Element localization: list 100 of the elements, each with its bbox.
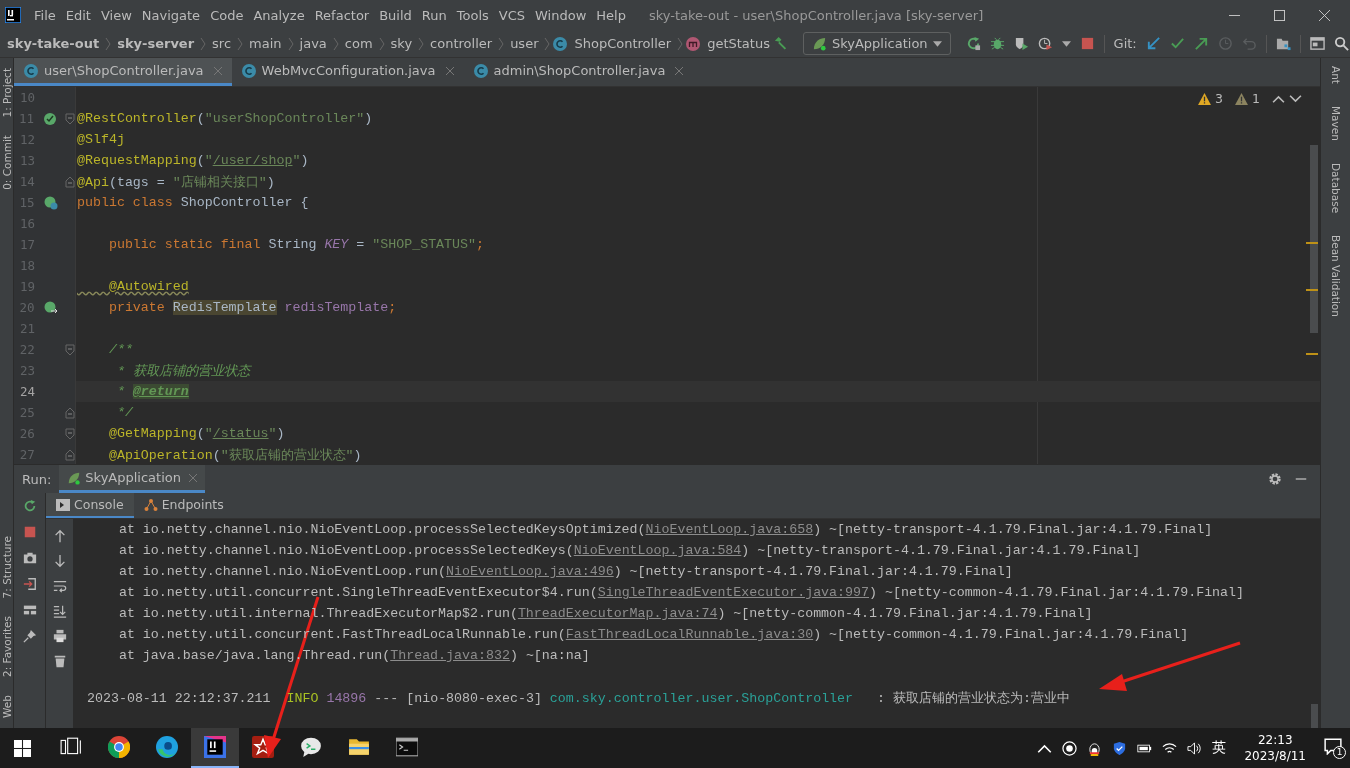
- close-icon[interactable]: [1319, 9, 1330, 21]
- tool-window-tab[interactable]: Ant: [1329, 66, 1342, 84]
- breadcrumb-item[interactable]: main: [246, 36, 285, 51]
- editor-tab[interactable]: user\ShopController.java: [14, 58, 232, 86]
- breadcrumb-item[interactable]: ShopController: [571, 36, 675, 51]
- hammer-icon[interactable]: [772, 36, 788, 51]
- scrollbar-thumb[interactable]: [1311, 704, 1318, 728]
- breadcrumb-item[interactable]: getStatus: [704, 36, 773, 51]
- chevron-down-icon[interactable]: [1289, 92, 1302, 105]
- tool-window-tab[interactable]: Database: [1329, 162, 1342, 213]
- speaker-icon[interactable]: [1187, 740, 1203, 756]
- taskbar-ide-button[interactable]: [191, 728, 239, 768]
- breadcrumb-item[interactable]: controller: [427, 36, 496, 51]
- run-tab[interactable]: SkyApplication: [59, 465, 205, 493]
- trash-icon[interactable]: [52, 654, 67, 668]
- console-tab[interactable]: Console: [46, 493, 134, 518]
- tool-window-tab[interactable]: Maven: [1329, 105, 1342, 141]
- penguin-icon[interactable]: [1087, 740, 1103, 756]
- autowire-icon[interactable]: [43, 300, 58, 315]
- menu-item[interactable]: File: [29, 7, 61, 23]
- pin-icon[interactable]: [22, 629, 37, 643]
- chevron-icon: [237, 36, 244, 51]
- project-structure-icon[interactable]: [1275, 36, 1291, 51]
- tool-window-tab[interactable]: 0: Commit: [0, 135, 13, 191]
- down-arrow-icon[interactable]: [52, 554, 67, 568]
- rerun-icon[interactable]: [965, 36, 981, 51]
- search-icon[interactable]: [1333, 36, 1349, 51]
- maximize-icon[interactable]: [1274, 9, 1285, 21]
- class-icon: [24, 63, 38, 78]
- chevron-icon: [544, 36, 551, 51]
- tool-window-tab[interactable]: 2: Favorites: [0, 616, 13, 678]
- camera-icon[interactable]: [22, 551, 37, 565]
- up-arrow-icon[interactable]: [52, 529, 67, 543]
- tool-window-tab[interactable]: 1: Project: [0, 68, 13, 118]
- settings-icon[interactable]: [1268, 472, 1282, 486]
- print-icon[interactable]: [52, 629, 67, 643]
- warning-count: 3: [1215, 91, 1224, 106]
- tool-window-tab[interactable]: Web: [0, 695, 13, 718]
- menu-item[interactable]: Run: [416, 7, 452, 23]
- menu-item[interactable]: Code: [205, 7, 249, 23]
- caret-icon[interactable]: [1061, 40, 1071, 47]
- menu-item[interactable]: Tools: [451, 7, 494, 23]
- breadcrumb-item[interactable]: sky: [387, 36, 416, 51]
- stop-icon[interactable]: [22, 525, 37, 539]
- code-line: @RestController("userShopController"): [77, 111, 373, 126]
- menu-item[interactable]: View: [95, 7, 137, 23]
- tool-window-tab[interactable]: 7: Structure: [0, 535, 13, 599]
- layout-icon[interactable]: [22, 603, 37, 617]
- breadcrumb-item[interactable]: user: [507, 36, 542, 51]
- breadcrumb-item[interactable]: sky-take-out: [4, 36, 103, 51]
- bean-icon[interactable]: [43, 111, 57, 126]
- scrollbar-thumb[interactable]: [1310, 145, 1318, 333]
- menu-item[interactable]: Help: [591, 7, 631, 23]
- menu-item[interactable]: Window: [530, 7, 592, 23]
- record-icon[interactable]: [1062, 740, 1078, 756]
- stop-icon[interactable]: [1079, 36, 1095, 51]
- class-icon: [241, 63, 256, 78]
- chevron-icon: [498, 36, 505, 51]
- start-icon[interactable]: [14, 739, 31, 757]
- menu-item[interactable]: Navigate: [136, 7, 206, 23]
- breadcrumb-item[interactable]: sky-server: [114, 36, 198, 51]
- leaf-icon: [67, 470, 82, 485]
- menu-item[interactable]: VCS: [493, 7, 531, 23]
- menu-item[interactable]: Refactor: [309, 7, 375, 23]
- breadcrumb-item[interactable]: com: [341, 36, 376, 51]
- menu-item[interactable]: Edit: [60, 7, 96, 23]
- vcs-label: Git:: [1113, 36, 1137, 51]
- bean-icon[interactable]: [43, 195, 58, 210]
- terminal-window-icon[interactable]: [1309, 36, 1325, 51]
- console-tab[interactable]: Endpoints: [133, 493, 234, 518]
- tool-window-tab[interactable]: Bean Validation: [1329, 234, 1342, 317]
- shield-icon[interactable]: [1112, 740, 1128, 756]
- warning-icon[interactable]: [1198, 92, 1212, 105]
- rerun-icon[interactable]: [22, 499, 37, 513]
- menu-item[interactable]: Analyze: [248, 7, 310, 23]
- weak-warning-count: 1: [1252, 91, 1260, 106]
- chevron-icon: [287, 36, 294, 51]
- run-configuration-dropdown[interactable]: SkyApplication: [802, 32, 951, 55]
- soft-wrap-icon[interactable]: [52, 579, 67, 593]
- profiler-icon[interactable]: [1037, 36, 1053, 51]
- console-line: at io.netty.channel.nio.NioEventLoop.processSelectedKeysOptimized(NioEventLoop.java:658) ~[netty-transport-4.1.79.Final.jar:4.1.79.Final]: [117, 522, 1213, 537]
- login-icon[interactable]: [22, 577, 37, 591]
- chevron-icon: [200, 36, 207, 51]
- class-icon: [553, 36, 568, 51]
- warning-icon[interactable]: [1235, 92, 1249, 105]
- breadcrumb-item[interactable]: java: [296, 36, 330, 51]
- code-line: @GetMapping("/status"): [107, 426, 285, 441]
- menu-item[interactable]: Build: [374, 7, 417, 23]
- breadcrumb-item[interactable]: src: [209, 36, 235, 51]
- push-arrow-icon[interactable]: [1193, 36, 1209, 51]
- scroll-to-end-icon[interactable]: [52, 604, 67, 618]
- console-line: 2023-08-11 22:12:37.211 INFO 14896 --- [nio-8080-exec-3] com.sky.controller.user.ShopController : 获取店铺的营业状态为:营业中: [87, 689, 1070, 707]
- input-method-indicator[interactable]: 英: [1212, 739, 1227, 757]
- editor-tab[interactable]: WebMvcConfiguration.java: [231, 58, 464, 86]
- commit-check-icon[interactable]: [1169, 36, 1185, 51]
- update-arrow-icon[interactable]: [1145, 36, 1161, 51]
- bug-icon[interactable]: [989, 36, 1005, 51]
- editor-tab[interactable]: admin\ShopController.java: [463, 58, 694, 86]
- clock[interactable]: 22:13 2023/8/11: [1244, 732, 1306, 764]
- shield-run-icon[interactable]: [1013, 36, 1029, 51]
